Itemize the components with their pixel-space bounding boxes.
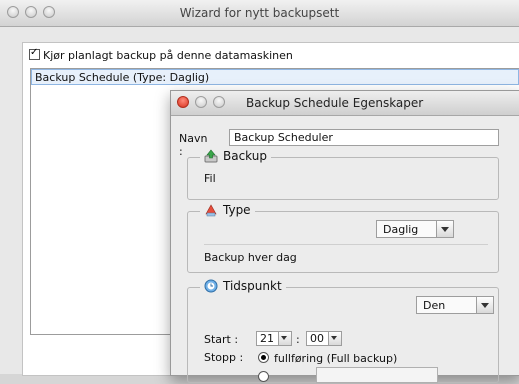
stop-radio[interactable] xyxy=(258,352,269,363)
stop-duration-select[interactable] xyxy=(316,367,438,383)
schedule-checkbox-label: Kjør planlagt backup på denne datamaskin… xyxy=(43,49,293,62)
dialog-title: Backup Schedule Egenskaper xyxy=(246,96,424,110)
chevron-down-icon xyxy=(328,332,341,345)
stop-radio-option[interactable]: fullføring (Full backup) xyxy=(258,351,397,365)
dialog-zoom-button[interactable] xyxy=(213,96,225,108)
start-hour-select[interactable]: 21 xyxy=(256,331,292,346)
start-minute-value: 00 xyxy=(310,332,324,345)
time-group-label: Tidspunkt xyxy=(223,279,282,293)
type-description: Backup hver dag xyxy=(204,251,297,264)
stop-radio-second[interactable] xyxy=(258,370,274,384)
backup-group: Backup Fil xyxy=(187,149,499,200)
type-divider xyxy=(204,244,488,245)
backup-type-value: Fil xyxy=(204,172,216,185)
schedule-checkbox[interactable] xyxy=(29,47,40,60)
list-item[interactable]: Backup Schedule (Type: Daglig) xyxy=(31,69,519,85)
time-separator: : xyxy=(296,333,300,346)
window-titlebar: Wizard for nytt backupsett xyxy=(0,0,519,27)
time-group: Tidspunkt Den Start : 21 : 00 Stopp : fu… xyxy=(187,279,499,384)
type-group-header: Type xyxy=(200,203,255,217)
time-group-header: Tidspunkt xyxy=(200,279,286,293)
chevron-down-icon xyxy=(436,221,453,237)
start-label: Start : xyxy=(204,333,239,346)
type-select[interactable]: Daglig xyxy=(376,220,454,238)
backup-group-header: Backup xyxy=(200,149,271,163)
type-icon xyxy=(204,203,218,217)
window-title: Wizard for nytt backupsett xyxy=(179,6,340,20)
start-minute-select[interactable]: 00 xyxy=(306,331,342,346)
name-input-value: Backup Scheduler xyxy=(234,131,333,144)
stop-radio-2[interactable] xyxy=(258,371,269,382)
stop-option-label: fullføring (Full backup) xyxy=(274,352,398,365)
type-group: Type Daglig Backup hver dag xyxy=(187,203,499,273)
schedule-checkbox-row[interactable]: Kjør planlagt backup på denne datamaskin… xyxy=(29,47,293,62)
list-item-label: Backup Schedule (Type: Daglig) xyxy=(35,71,210,84)
dialog-titlebar: Backup Schedule Egenskaper xyxy=(171,91,519,116)
backup-group-label: Backup xyxy=(223,149,267,163)
type-group-label: Type xyxy=(223,203,251,217)
time-select-value: Den xyxy=(423,299,446,312)
name-input[interactable]: Backup Scheduler xyxy=(229,129,499,146)
schedule-properties-dialog: Backup Schedule Egenskaper Navn : Backup… xyxy=(170,90,519,383)
type-select-value: Daglig xyxy=(383,223,419,236)
chevron-down-icon xyxy=(278,332,291,345)
time-select[interactable]: Den xyxy=(416,296,494,314)
chevron-down-icon xyxy=(476,297,493,313)
backup-upload-icon xyxy=(204,149,218,163)
dialog-close-button[interactable] xyxy=(177,96,189,108)
clock-icon xyxy=(204,279,218,293)
stop-label: Stopp : xyxy=(204,351,244,364)
dialog-minimize-button[interactable] xyxy=(195,96,207,108)
start-hour-value: 21 xyxy=(260,332,274,345)
